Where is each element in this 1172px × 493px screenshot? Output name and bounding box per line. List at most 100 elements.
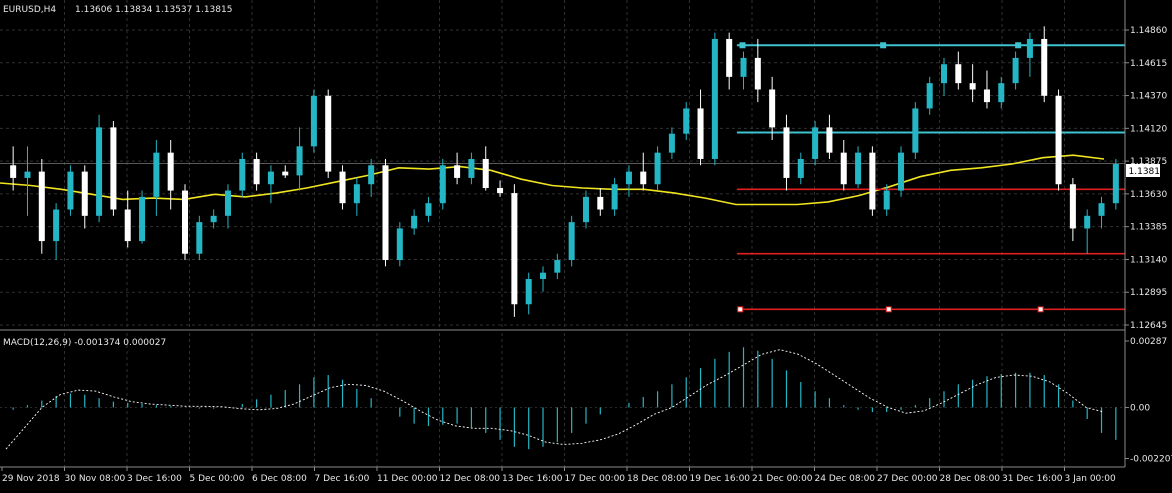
time-tick-label: 27 Dec 00:00: [877, 474, 938, 484]
time-tick-label: 18 Dec 08:00: [627, 474, 688, 484]
candle-body: [1112, 164, 1119, 204]
candle-body: [783, 127, 790, 178]
candle-body: [826, 127, 833, 153]
candle-body: [912, 108, 919, 153]
candle-body: [883, 190, 890, 210]
trendline-anchor-handle: [1015, 42, 1022, 49]
candle-body: [167, 152, 174, 191]
price-tick-label: 1.13385: [1130, 223, 1167, 233]
macd-tick-label: 0.00287: [1130, 337, 1167, 347]
candle-body: [411, 215, 418, 229]
candle-body: [81, 171, 88, 216]
candle-body: [540, 272, 547, 279]
chart-canvas[interactable]: 1.148601.146151.143701.141201.138751.136…: [0, 0, 1172, 489]
candle-body: [582, 196, 589, 223]
trendline-anchor-handle: [1037, 306, 1044, 313]
price-tick-label: 1.14120: [1130, 124, 1167, 134]
candle-body: [210, 215, 217, 223]
price-tick-label: 1.12645: [1130, 321, 1167, 331]
candle-body: [181, 190, 189, 254]
time-tick-label: 29 Nov 2018: [2, 474, 60, 484]
macd-title: MACD(12,26,9) -0.001374 0.000027: [3, 338, 166, 348]
candle-body: [640, 171, 647, 185]
time-tick-label: 3 Dec 16:00: [127, 474, 182, 484]
time-tick-label: 19 Dec 16:00: [690, 474, 751, 484]
price-tick-label: 1.14615: [1130, 59, 1167, 69]
candle-body: [797, 158, 804, 178]
candle-body: [396, 228, 403, 261]
candle-body: [10, 165, 17, 178]
price-tick-label: 1.14370: [1130, 92, 1167, 102]
candle-body: [339, 171, 346, 204]
time-tick-label: 12 Dec 08:00: [440, 474, 501, 484]
trendline-anchor-handle: [739, 42, 746, 49]
time-tick-label: 5 Dec 00:00: [190, 474, 245, 484]
candle-body: [139, 196, 146, 242]
candle-body: [668, 133, 675, 153]
time-tick-label: 17 Dec 00:00: [565, 474, 626, 484]
candle-body: [482, 158, 489, 189]
candle-body: [1098, 203, 1105, 216]
candle-body: [439, 165, 446, 204]
time-tick-label: 7 Dec 16:00: [315, 474, 370, 484]
candle-body: [368, 165, 375, 185]
candle-body: [969, 83, 976, 90]
candle-body: [1012, 57, 1019, 84]
candle-body: [840, 152, 847, 185]
candle-body: [754, 57, 761, 90]
candle-body: [38, 171, 45, 242]
candle-body: [568, 222, 575, 261]
candle-body: [224, 190, 231, 216]
candle-body: [683, 108, 690, 134]
candle-body: [511, 193, 518, 305]
candle-body: [1055, 95, 1062, 185]
trendline-anchor-handle: [885, 306, 892, 313]
candle-body: [382, 165, 389, 261]
candle-body: [1084, 215, 1091, 229]
candle-body: [282, 171, 289, 176]
time-tick-label: 28 Dec 08:00: [940, 474, 1001, 484]
candle-body: [296, 146, 303, 176]
candle-body: [940, 64, 948, 84]
candle-body: [898, 152, 905, 191]
candle-body: [124, 209, 131, 242]
time-tick-label: 13 Dec 16:00: [502, 474, 563, 484]
price-tick-label: 1.12895: [1130, 288, 1167, 298]
candle-body: [869, 152, 876, 210]
candle-body: [53, 209, 60, 242]
time-tick-label: 11 Dec 00:00: [377, 474, 438, 484]
candle-body: [625, 171, 632, 185]
price-tick-label: 1.13630: [1130, 190, 1167, 200]
candle-body: [726, 38, 733, 77]
candle-body: [525, 278, 532, 305]
candle-body: [740, 57, 747, 77]
candle-body: [353, 184, 360, 204]
candle-body: [998, 83, 1005, 103]
current-price-label: 1.13815: [1129, 167, 1166, 177]
price-badge-layer: 1.13815: [1126, 164, 1166, 177]
candle-body: [425, 203, 432, 216]
candle-body: [96, 127, 103, 216]
candle-body: [153, 152, 160, 197]
candle-body: [67, 171, 74, 210]
candle-body: [468, 158, 475, 178]
candle-body: [497, 188, 504, 194]
time-tick-label: 6 Dec 08:00: [252, 474, 307, 484]
candle-body: [654, 152, 661, 185]
candle-body: [812, 127, 819, 159]
chart-window[interactable]: 1.14860 1.14615 1.14370 1.14120 1.13875 1.136…: [0, 0, 1172, 489]
candle-body: [926, 83, 933, 109]
trendline-anchor-handle: [880, 42, 887, 49]
candle-body: [196, 222, 203, 254]
candle-body: [769, 89, 776, 128]
candle-body: [239, 158, 246, 191]
candle-body: [983, 89, 990, 103]
candle-body: [1041, 38, 1048, 96]
macd-tick-label: -0.002207: [1130, 455, 1172, 465]
symbol-label: EURUSD,H4: [3, 5, 56, 15]
time-tick-label: 3 Jan 00:00: [1065, 474, 1117, 484]
candle-body: [1069, 184, 1076, 229]
ohlc-readout: 1.13606 1.13834 1.13537 1.13815: [75, 5, 232, 15]
candle-body: [310, 95, 317, 147]
candle-body: [554, 260, 561, 273]
